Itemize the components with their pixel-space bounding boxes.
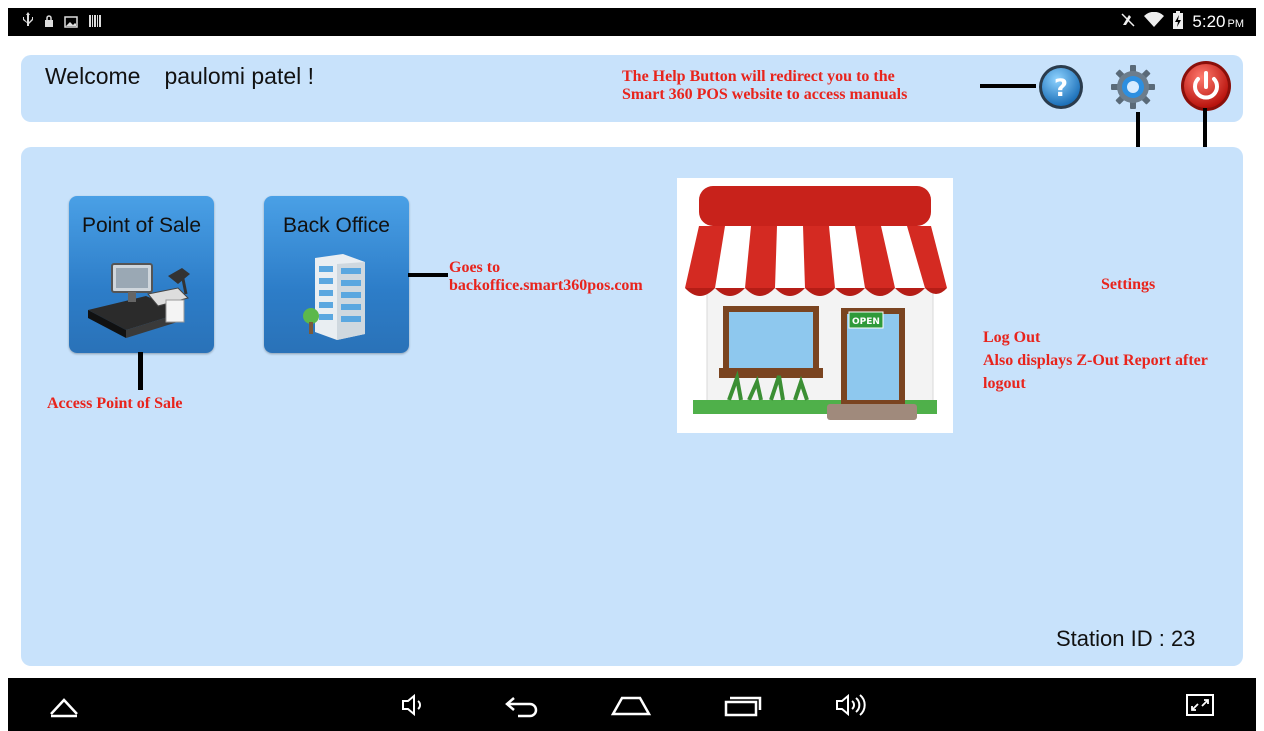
back-icon[interactable] [504, 692, 542, 722]
settings-button[interactable] [1110, 64, 1156, 110]
user-name: paulomi patel ! [164, 63, 315, 89]
pos-terminal-icon [88, 263, 190, 338]
office-building-icon [303, 254, 365, 340]
volume-up-icon[interactable] [834, 692, 870, 722]
svg-text:?: ? [1054, 74, 1068, 102]
welcome-label: Welcome [45, 63, 141, 89]
mute-icon [1120, 12, 1136, 32]
store-image: OPEN [677, 178, 953, 433]
recents-icon[interactable] [722, 692, 762, 722]
backoffice-annotation-line1: Goes to [449, 259, 501, 276]
help-annotation-line2: Smart 360 POS website to access manuals [622, 86, 908, 103]
help-pointer-line [980, 84, 1036, 88]
backoffice-annotation-line2: backoffice.smart360pos.com [449, 277, 643, 294]
usb-icon [22, 12, 34, 32]
welcome-text: Welcome paulomi patel ! [45, 63, 314, 90]
power-icon [1181, 61, 1231, 111]
up-icon[interactable] [48, 696, 80, 722]
image-icon [64, 13, 78, 32]
volume-down-icon[interactable] [400, 692, 426, 722]
screenshot-icon[interactable] [1184, 692, 1216, 722]
clock: 5:20 PM [1192, 12, 1244, 31]
logout-annotation-line2: Also displays Z-Out Report after [983, 352, 1208, 369]
help-icon: ? [1039, 65, 1083, 109]
point-of-sale-label: Point of Sale [81, 214, 202, 237]
station-id: Station ID : 23 [1056, 626, 1196, 651]
point-of-sale-tile[interactable]: Point of Sale [69, 196, 214, 353]
logout-annotation: Log Out Also displays Z-Out Report after… [983, 326, 1208, 395]
help-annotation-line1: The Help Button will redirect you to the [622, 68, 895, 85]
barcode-icon [88, 13, 102, 32]
back-office-label: Back Office [283, 214, 390, 237]
lock-icon [44, 13, 54, 32]
back-office-tile[interactable]: Back Office [264, 196, 409, 353]
logout-button[interactable] [1180, 60, 1232, 112]
battery-icon [1172, 11, 1184, 33]
wifi-icon [1144, 11, 1165, 32]
access-pos-annotation: Access Point of Sale [47, 395, 183, 412]
help-button[interactable]: ? [1038, 64, 1084, 110]
backoffice-pointer-line [408, 273, 448, 277]
logout-annotation-line3: logout [983, 375, 1026, 392]
settings-gear-icon [1111, 65, 1155, 109]
pos-pointer-line [138, 352, 143, 390]
status-bar: 5:20 PM [8, 8, 1256, 36]
home-icon[interactable] [610, 692, 652, 722]
storefront-icon: OPEN [685, 186, 947, 420]
backoffice-annotation: Goes to backoffice.smart360pos.com [449, 259, 643, 295]
help-annotation: The Help Button will redirect you to the… [622, 68, 907, 104]
logout-annotation-line1: Log Out [983, 329, 1041, 346]
settings-annotation: Settings [1101, 276, 1156, 293]
open-sign: OPEN [852, 317, 880, 327]
nav-bar [8, 678, 1256, 731]
